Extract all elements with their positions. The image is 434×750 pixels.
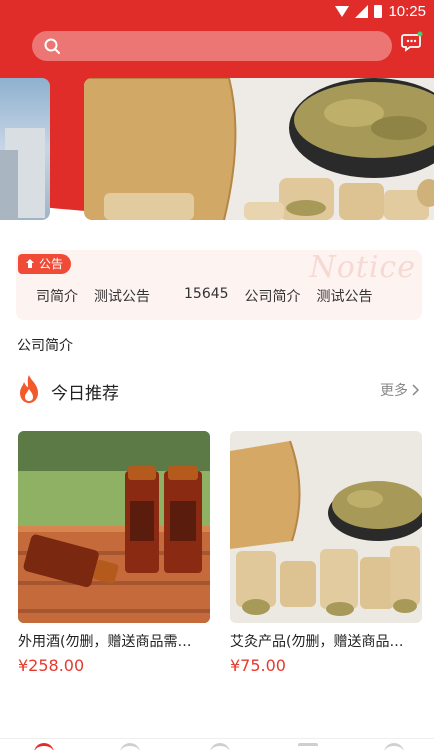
more-label: 更多 <box>380 383 408 399</box>
product-price: ¥75.00 <box>230 656 286 675</box>
notice-bell-icon <box>26 259 34 268</box>
product-price: ¥258.00 <box>18 656 85 675</box>
cart-icon[interactable] <box>298 743 318 750</box>
recommend-title: 今日推荐 <box>51 384 119 404</box>
notice-watermark: Notice <box>309 250 416 285</box>
fire-icon <box>20 375 38 403</box>
more-link[interactable]: 更多 <box>380 380 420 400</box>
banner-slide-previous[interactable] <box>0 78 50 220</box>
company-intro-link[interactable]: 公司简介 <box>17 335 73 355</box>
category-icon[interactable] <box>120 743 140 750</box>
home-icon[interactable] <box>34 743 54 750</box>
search-input[interactable] <box>32 31 392 61</box>
notice-marquee[interactable]: 司简介 测试公告 15645 公司简介 测试公告 <box>36 286 389 306</box>
discover-icon[interactable] <box>210 743 230 750</box>
product-card[interactable]: 艾灸产品(勿删，赠送商品… ¥75.00 <box>230 431 422 675</box>
battery-icon <box>374 5 383 18</box>
notice-item[interactable]: 15645 <box>184 286 229 306</box>
product-image <box>18 431 210 623</box>
notice-badge: 公告 <box>18 254 72 274</box>
wifi-icon <box>335 6 350 17</box>
message-icon[interactable] <box>401 31 423 53</box>
chevron-right-icon <box>412 384 420 396</box>
recommend-header: 今日推荐 更多 <box>16 374 422 408</box>
bottom-tab-bar <box>0 738 434 750</box>
notice-bar[interactable]: 公告 Notice 司简介 测试公告 15645 公司简介 测试公告 <box>16 250 422 320</box>
product-image <box>230 431 422 623</box>
moxibustion-banner-image <box>84 78 434 220</box>
user-icon[interactable] <box>384 743 404 750</box>
notice-item[interactable]: 公司简介 <box>245 286 301 306</box>
notice-item[interactable]: 测试公告 <box>94 286 150 306</box>
product-card[interactable]: 外用酒(勿删，赠送商品需… ¥258.00 <box>18 431 210 675</box>
banner-slide-current[interactable] <box>84 78 434 220</box>
status-time: 10:25 <box>388 3 426 20</box>
notice-item[interactable]: 测试公告 <box>317 286 373 306</box>
search-icon <box>44 38 60 54</box>
product-name: 外用酒(勿删，赠送商品需… <box>18 634 192 650</box>
signal-icon <box>355 5 369 18</box>
status-bar: 10:25 <box>0 0 434 24</box>
product-name: 艾灸产品(勿删，赠送商品… <box>230 634 404 650</box>
notice-item[interactable]: 司简介 <box>36 286 78 306</box>
